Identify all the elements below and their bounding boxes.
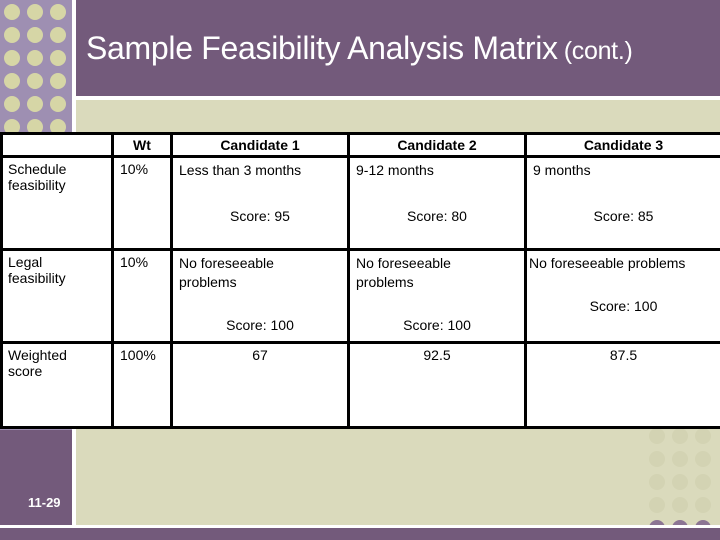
candidate-2-description: 9-12 months [356, 162, 434, 178]
candidate-1-description: Less than 3 months [179, 162, 302, 178]
slide-title: Sample Feasibility Analysis Matrix (cont.… [86, 30, 633, 67]
weight-cell: 10% [111, 248, 173, 344]
header-candidate-1: Candidate 1 [170, 132, 350, 158]
decorative-dot [50, 50, 66, 66]
candidate-1-total-cell: 67 [170, 341, 350, 429]
decorative-dot [4, 4, 20, 20]
slide-title-main: Sample Feasibility Analysis Matrix [86, 30, 558, 66]
candidate-1-score: Score: 95 [230, 208, 290, 224]
decorative-dot [4, 27, 20, 43]
row-label-cell: Weighted score [0, 341, 114, 429]
decorative-dot [695, 451, 711, 467]
candidate-3-total: 87.5 [609, 347, 638, 363]
candidate-3-cell: 9 months Score: 85 [524, 155, 720, 251]
decorative-dot [50, 27, 66, 43]
candidate-3-description: No foreseeable problems [529, 255, 686, 271]
decorative-dot [672, 474, 688, 490]
weight-value: 10% [120, 161, 149, 177]
table-row-schedule: Schedule feasibility 10% Less than 3 mon… [0, 155, 720, 251]
candidate-2-cell: 9-12 months Score: 80 [347, 155, 527, 251]
candidate-2-total-cell: 92.5 [347, 341, 527, 429]
header-empty [0, 132, 114, 158]
decorative-dot [695, 428, 711, 444]
decorative-dot [27, 50, 43, 66]
decorative-dot [27, 4, 43, 20]
candidate-3-score: Score: 85 [593, 208, 654, 224]
row-label: Schedule feasibility [8, 161, 67, 193]
candidate-3-total-cell: 87.5 [524, 341, 720, 429]
row-label: Legal feasibility [8, 254, 66, 286]
decorative-dot [4, 50, 20, 66]
decorative-dot [50, 4, 66, 20]
row-label: Weighted score [8, 347, 67, 379]
candidate-1-total: 67 [252, 347, 268, 363]
header-candidate-2: Candidate 2 [347, 132, 527, 158]
decorative-dot [649, 451, 665, 467]
table-row-weighted: Weighted score 100% 67 92.5 87.5 [0, 341, 720, 429]
candidate-1-score: Score: 100 [226, 317, 294, 333]
candidate-1-description: No foreseeable problems [179, 255, 274, 290]
candidate-2-total: 92.5 [423, 347, 451, 363]
slide-number: 11-29 [28, 495, 61, 510]
decorative-dot [27, 27, 43, 43]
decorative-dot [27, 96, 43, 112]
header-candidate-3: Candidate 3 [524, 132, 720, 158]
decorative-dot [4, 96, 20, 112]
row-label-cell: Legal feasibility [0, 248, 114, 344]
candidate-2-score: Score: 100 [403, 317, 471, 333]
decorative-dot [50, 96, 66, 112]
weight-cell: 100% [111, 341, 173, 429]
decorative-dot [672, 428, 688, 444]
decorative-dot [4, 73, 20, 89]
decorative-dot [672, 451, 688, 467]
decorative-dot [50, 73, 66, 89]
weight-value: 10% [120, 254, 149, 270]
bottom-bar [0, 528, 720, 540]
candidate-3-cell: No foreseeable problems Score: 100 [524, 248, 720, 344]
weight-cell: 10% [111, 155, 173, 251]
candidate-2-cell: No foreseeable problems Score: 100 [347, 248, 527, 344]
header-weight: Wt [111, 132, 173, 158]
decorative-dot [649, 428, 665, 444]
candidate-3-score: Score: 100 [589, 298, 658, 314]
candidate-2-score: Score: 80 [407, 208, 467, 224]
decorative-dot [649, 474, 665, 490]
candidate-3-description: 9 months [533, 162, 591, 178]
weight-value: 100% [120, 347, 156, 363]
decorative-dot [695, 474, 711, 490]
decorative-dot [27, 73, 43, 89]
row-label-cell: Schedule feasibility [0, 155, 114, 251]
decorative-dot [649, 497, 665, 513]
candidate-1-cell: Less than 3 months Score: 95 [170, 155, 350, 251]
title-separator [76, 96, 720, 100]
header-row: Wt Candidate 1 Candidate 2 Candidate 3 [0, 132, 720, 158]
feasibility-matrix: Wt Candidate 1 Candidate 2 Candidate 3 S… [0, 132, 720, 429]
decorative-dot [672, 497, 688, 513]
slide-title-suffix: (cont.) [563, 37, 633, 65]
table-row-legal: Legal feasibility 10% No foreseeable pro… [0, 248, 720, 344]
decorative-dot [695, 497, 711, 513]
candidate-2-description: No foreseeable problems [356, 255, 451, 290]
candidate-1-cell: No foreseeable problems Score: 100 [170, 248, 350, 344]
left-strip-footer [0, 430, 72, 525]
